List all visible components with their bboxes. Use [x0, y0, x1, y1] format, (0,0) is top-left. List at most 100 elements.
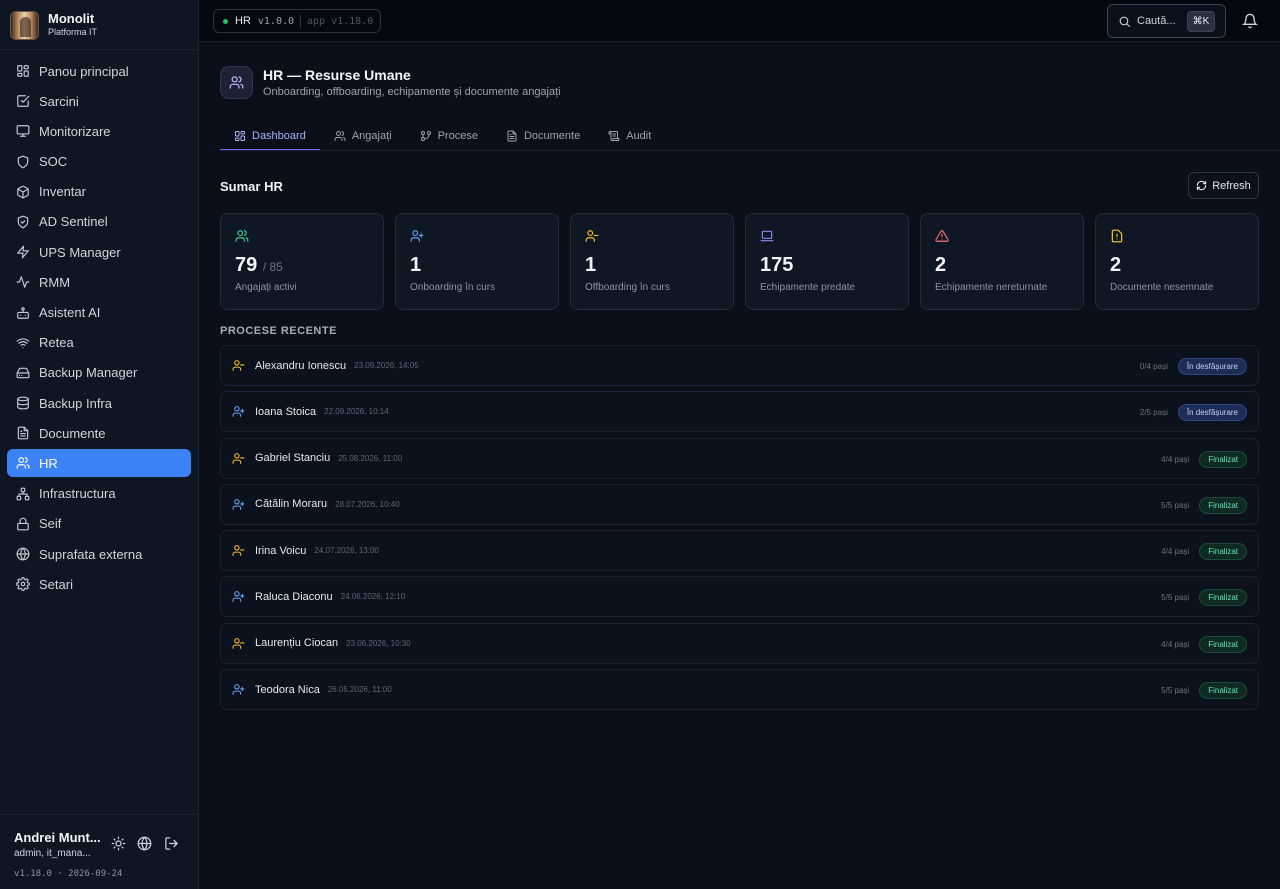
sidebar-item-sarcini[interactable]: Sarcini — [7, 87, 191, 115]
dashboard-icon — [234, 130, 246, 142]
sidebar-item-documente[interactable]: Documente — [7, 419, 191, 447]
stat-card-documente-nesemnate: 2 Documente nesemnate — [1095, 213, 1259, 310]
stat-value-line: 2 — [935, 254, 946, 277]
sidebar-nav: Panou principal Sarcini Monitorizare SOC Inv… — [7, 57, 191, 600]
sidebar-item-label: Monitorizare — [39, 123, 111, 139]
sidebar-item-infrastructura[interactable]: Infrastructura — [7, 480, 191, 508]
sidebar-item-label: AD Sentinel — [39, 214, 108, 230]
tab-dashboard[interactable]: Dashboard — [220, 121, 320, 151]
process-steps: 0/4 pași — [1139, 362, 1168, 371]
status-badge: Finalizat — [1199, 589, 1247, 607]
sidebar-item-label: Sarcini — [39, 93, 79, 109]
scroll-icon — [608, 130, 620, 142]
tab-documente[interactable]: Documente — [492, 121, 594, 151]
stat-value: 175 — [760, 254, 794, 276]
process-row[interactable]: Laurențiu Ciocan 23.06.2026, 10:30 4/4 paș… — [220, 622, 1259, 664]
users-icon — [334, 130, 346, 142]
page-subtitle: Onboarding, offboarding, echipamente și … — [263, 86, 561, 98]
sidebar-item-panou-principal[interactable]: Panou principal — [7, 57, 191, 85]
laptop-icon — [760, 229, 774, 243]
stat-label: Angajați activi — [235, 282, 297, 293]
sidebar-item-soc[interactable]: SOC — [7, 148, 191, 176]
sidebar-item-inventar[interactable]: Inventar — [7, 178, 191, 206]
sidebar-item-seif[interactable]: Seif — [7, 510, 191, 538]
process-date: 24.06.2026, 12:10 — [340, 592, 406, 602]
process-employee-name: Gabriel Stanciu — [255, 452, 331, 465]
page-title: HR — Resurse Umane — [263, 67, 411, 83]
topbar: HR v1.0.0 app v1.18.0 Caută... ⌘K — [199, 0, 1280, 42]
sidebar-item-hr[interactable]: HR — [7, 449, 191, 478]
process-row[interactable]: Raluca Diaconu 24.06.2026, 12:10 5/5 pași F… — [220, 576, 1259, 618]
brand-name: Monolit — [48, 11, 95, 27]
process-row[interactable]: Cătălin Moraru 28.07.2026, 10:40 5/5 pași F… — [220, 483, 1259, 525]
search-button[interactable]: Caută... ⌘K — [1107, 4, 1226, 38]
brand[interactable]: Monolit Platforma IT — [10, 10, 97, 40]
process-row[interactable]: Ioana Stoica 22.09.2026, 10:14 2/5 pași În … — [220, 391, 1259, 433]
sidebar-item-ups-manager[interactable]: UPS Manager — [7, 238, 191, 266]
tab-audit[interactable]: Audit — [594, 121, 665, 151]
process-row[interactable]: Gabriel Stanciu 25.08.2026, 11:00 4/4 pași… — [220, 437, 1259, 479]
user-minus-icon — [232, 452, 245, 465]
pill-divider — [300, 14, 302, 28]
tab-angajati[interactable]: Angajați — [320, 121, 406, 151]
bell-icon[interactable] — [1242, 13, 1258, 29]
process-employee-name: Irina Voicu — [255, 544, 307, 557]
file-text-icon — [16, 426, 30, 440]
recent-processes-title: PROCESE RECENTE — [220, 325, 337, 337]
sidebar-item-retea[interactable]: Retea — [7, 329, 191, 357]
refresh-button[interactable]: Refresh — [1188, 172, 1259, 199]
process-date: 25.08.2026, 11:00 — [338, 453, 403, 463]
process-date: 23.06.2026, 10:30 — [346, 638, 411, 648]
stat-card-offboarding-in-curs: 1 Offboarding în curs — [570, 213, 734, 310]
sidebar-item-label: Backup Infra — [39, 395, 112, 411]
stat-value-line: 2 — [1110, 254, 1121, 277]
app-version: app v1.18.0 — [307, 15, 374, 27]
stat-card-echipamente-nereturnate: 2 Echipamente nereturnate — [920, 213, 1084, 310]
process-date: 23.09.2026, 14:05 — [354, 361, 419, 370]
process-steps: 4/4 pași — [1161, 547, 1190, 557]
package-icon — [16, 185, 30, 199]
users-icon — [229, 75, 244, 90]
process-row[interactable]: Alexandru Ionescu 23.09.2026, 14:05 0/4 pa… — [220, 345, 1259, 386]
search-shortcut: ⌘K — [1187, 10, 1215, 32]
logout-icon[interactable] — [164, 836, 179, 851]
sidebar-item-monitorizare[interactable]: Monitorizare — [7, 117, 191, 145]
tab-procese[interactable]: Procese — [406, 121, 492, 151]
sidebar-item-label: Documente — [39, 425, 106, 441]
process-steps: 4/4 pași — [1161, 454, 1190, 464]
sidebar-item-label: Panou principal — [39, 63, 129, 79]
stat-card-angajati-activi: 79 / 85 Angajați activi — [220, 213, 384, 310]
sidebar-item-label: SOC — [39, 154, 68, 170]
file-text-icon — [506, 130, 518, 142]
monitor-icon — [16, 124, 30, 138]
globe-icon[interactable] — [137, 836, 152, 851]
status-badge: Finalizat — [1199, 635, 1247, 653]
sidebar: Monolit Platforma IT Panou principal Sarc… — [0, 0, 199, 889]
user-plus-icon — [232, 405, 245, 418]
sidebar-item-label: Setari — [39, 576, 73, 592]
process-employee-name: Ioana Stoica — [255, 405, 317, 418]
sidebar-item-label: Infrastructura — [39, 486, 116, 502]
process-row[interactable]: Irina Voicu 24.07.2026, 13:00 4/4 pași Fina… — [220, 530, 1259, 572]
sidebar-item-suprafata-externa[interactable]: Suprafata externa — [7, 540, 191, 568]
user-role: admin, it_mana... — [14, 848, 91, 859]
file-warning-icon — [1110, 229, 1124, 243]
sidebar-item-label: Asistent AI — [39, 305, 101, 320]
sidebar-item-rmm[interactable]: RMM — [7, 268, 191, 296]
sidebar-item-backup-manager[interactable]: Backup Manager — [7, 359, 191, 387]
process-employee-name: Cătălin Moraru — [255, 498, 328, 511]
sidebar-item-asistent-ai[interactable]: Asistent AI — [7, 299, 191, 327]
user-minus-icon — [232, 544, 245, 557]
sidebar-item-setari[interactable]: Setari — [7, 570, 191, 598]
module-name: HR — [235, 15, 251, 27]
sidebar-item-label: RMM — [39, 274, 71, 290]
tab-label: Procese — [437, 130, 478, 142]
process-employee-name: Raluca Diaconu — [255, 590, 333, 603]
sidebar-item-backup-infra[interactable]: Backup Infra — [7, 389, 191, 417]
process-steps: 5/5 pași — [1161, 500, 1190, 510]
network-icon — [16, 487, 30, 501]
sidebar-divider — [0, 49, 199, 50]
process-row[interactable]: Teodora Nica 26.05.2026, 11:00 5/5 pași Fin… — [220, 669, 1259, 711]
sidebar-item-ad-sentinel[interactable]: AD Sentinel — [7, 208, 191, 236]
sun-icon[interactable] — [111, 836, 126, 851]
